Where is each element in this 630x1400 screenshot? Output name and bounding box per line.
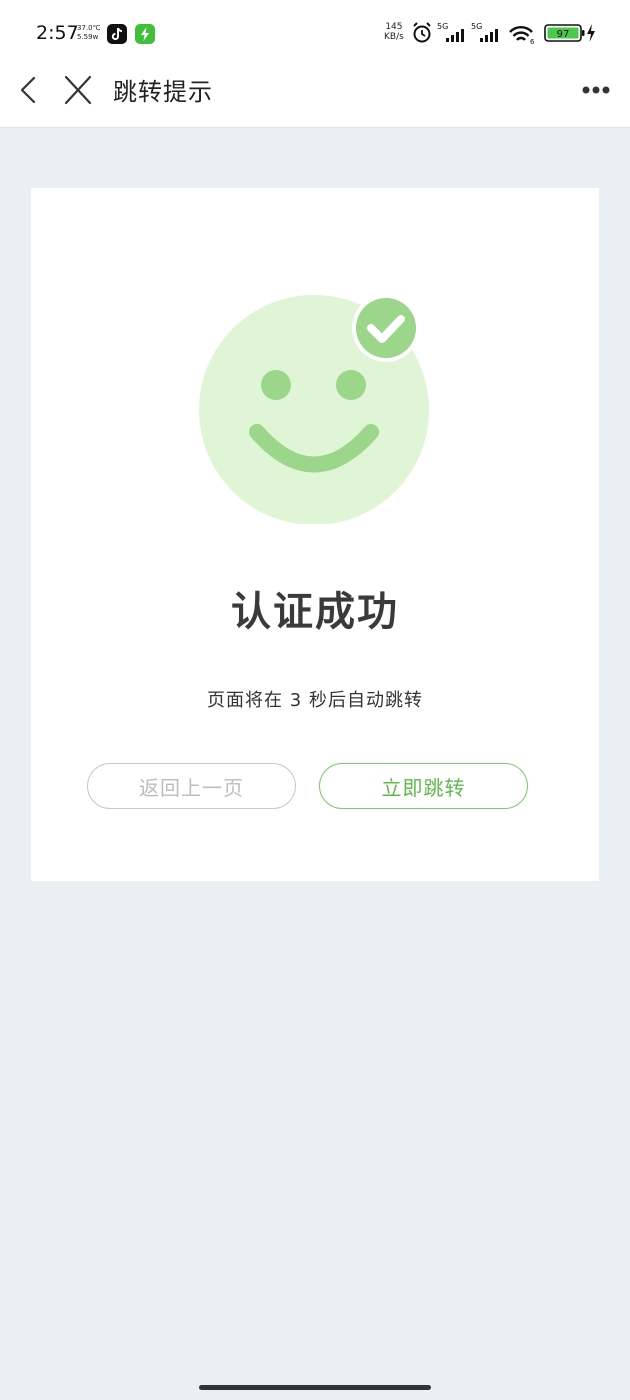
success-headline: 认证成功 (231, 589, 399, 635)
tiktok-icon (107, 24, 127, 44)
status-time: 2:57 (36, 22, 79, 44)
home-indicator[interactable] (199, 1385, 431, 1390)
back-to-previous-page-button[interactable]: 返回上一页 (87, 763, 296, 809)
redirect-countdown-text: 页面将在 3 秒后自动跳转 (207, 690, 423, 711)
status-temperature-value: 37.0℃ (77, 24, 101, 32)
network-speed: 145 KB/s (384, 22, 404, 42)
more-icon[interactable] (578, 78, 614, 102)
status-power-value: 5.59w (77, 33, 99, 41)
battery-icon: 97 (544, 24, 585, 42)
green-bolt-app-icon (135, 24, 155, 44)
wifi-label: 6 (530, 38, 535, 46)
status-temperature: 37.0℃ 5.59w (77, 24, 100, 42)
signal-icon: 5G (437, 22, 464, 42)
wifi-icon: 6 (509, 26, 535, 46)
network-speed-unit: KB/s (384, 32, 404, 42)
title-bar: 跳转提示 (0, 64, 630, 128)
checkmark-badge-icon (352, 294, 420, 362)
redirect-now-button[interactable]: 立即跳转 (319, 763, 528, 809)
sim1-label: 5G (437, 22, 448, 31)
charging-icon (587, 24, 595, 42)
back-arrow-icon[interactable] (14, 75, 44, 105)
result-card: 认证成功 页面将在 3 秒后自动跳转 返回上一页 立即跳转 (31, 188, 599, 881)
close-icon[interactable] (62, 75, 94, 105)
alarm-icon (413, 22, 431, 43)
success-smiley-icon (199, 294, 429, 524)
page-title: 跳转提示 (113, 78, 213, 106)
status-icons: 5G 5G 6 97 (413, 22, 595, 46)
battery-level: 97 (557, 29, 570, 40)
status-bar: 2:57 37.0℃ 5.59w 145 KB/s 5G 5G 6 97 (0, 0, 630, 64)
signal-icon: 5G (471, 22, 498, 42)
network-speed-value: 145 (385, 22, 403, 32)
sim2-label: 5G (471, 22, 482, 31)
